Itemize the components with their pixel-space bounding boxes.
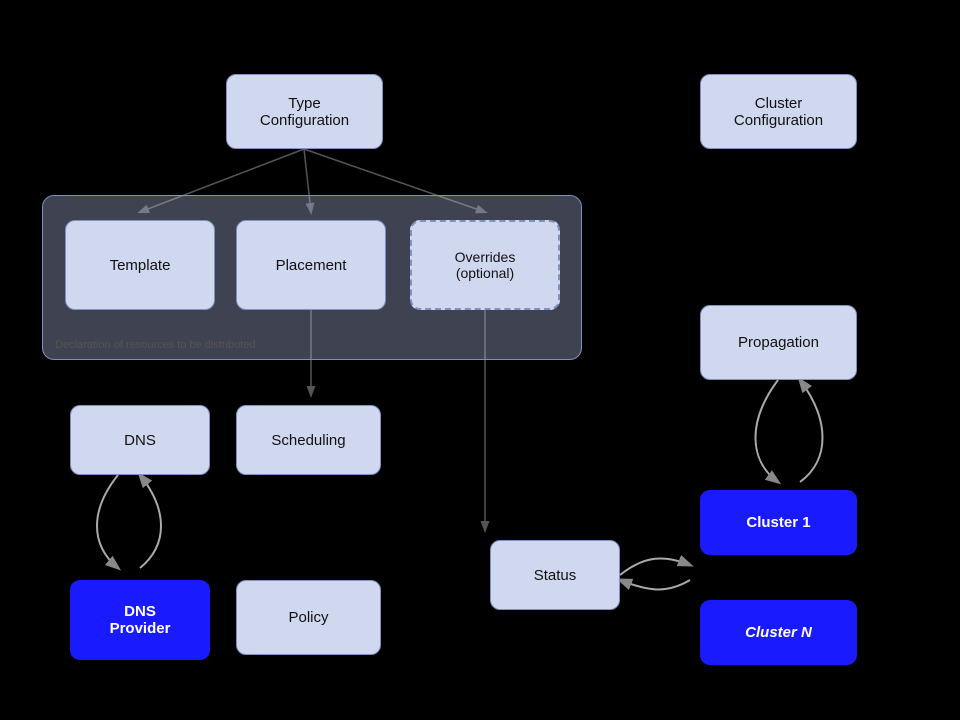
cluster1-label: Cluster 1	[746, 514, 810, 531]
type-config-box: Type Configuration	[226, 74, 383, 149]
clusterN-box: Cluster N	[700, 600, 857, 665]
dns-provider-label: DNS Provider	[110, 603, 171, 637]
overrides-label: Overrides (optional)	[455, 249, 516, 281]
cluster1-box: Cluster 1	[700, 490, 857, 555]
cluster-config-label: Cluster Configuration	[734, 95, 823, 129]
cluster-config-box: Cluster Configuration	[700, 74, 857, 149]
policy-label: Policy	[288, 609, 328, 626]
dns-provider-box: DNS Provider	[70, 580, 210, 660]
propagation-label: Propagation	[738, 334, 819, 351]
scheduling-box: Scheduling	[236, 405, 381, 475]
group-label: Declaration of resources to be distribut…	[55, 339, 256, 351]
overrides-box: Overrides (optional)	[410, 220, 560, 310]
template-box: Template	[65, 220, 215, 310]
type-config-label: Type Configuration	[260, 95, 349, 129]
template-label: Template	[110, 257, 171, 274]
policy-box: Policy	[236, 580, 381, 655]
placement-label: Placement	[276, 257, 347, 274]
status-box: Status	[490, 540, 620, 610]
propagation-box: Propagation	[700, 305, 857, 380]
status-label: Status	[534, 567, 577, 584]
clusterN-label: Cluster N	[745, 624, 812, 641]
placement-box: Placement	[236, 220, 386, 310]
dns-label: DNS	[124, 432, 156, 449]
dns-box: DNS	[70, 405, 210, 475]
scheduling-label: Scheduling	[271, 432, 345, 449]
